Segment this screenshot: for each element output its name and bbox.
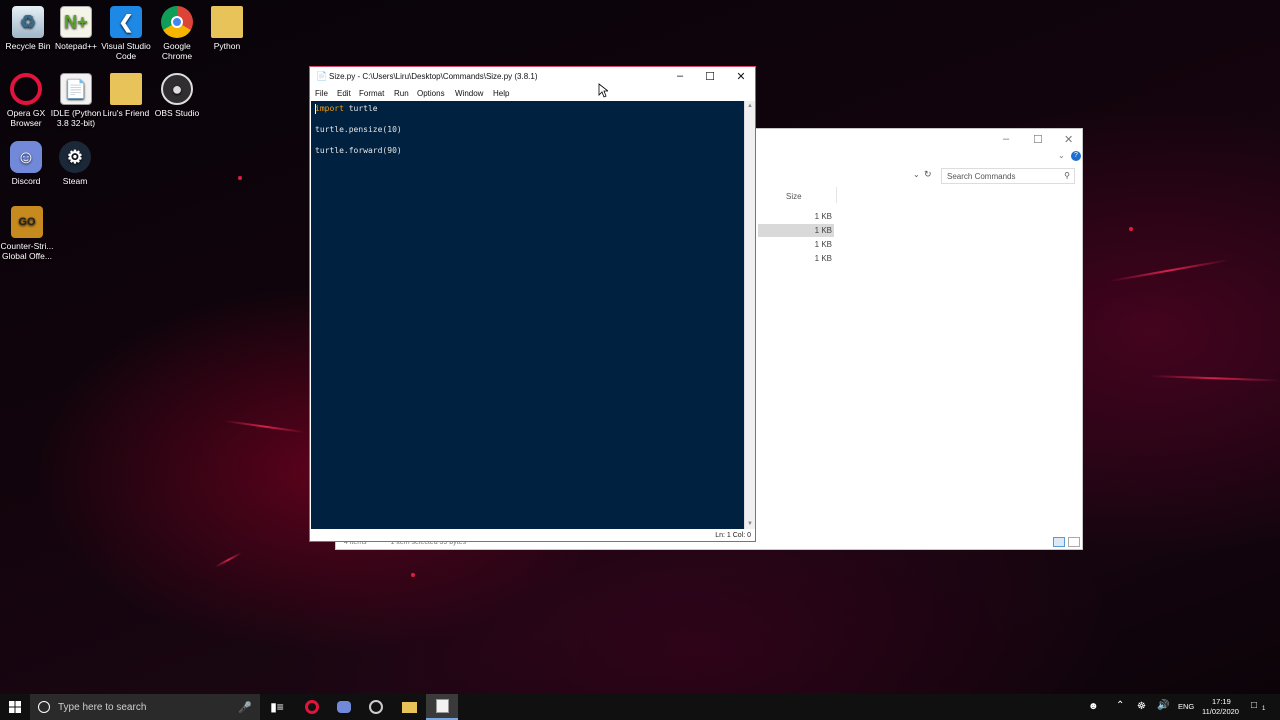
recycle-bin-icon: ♻ bbox=[12, 6, 44, 38]
taskbar: Type here to search 🎤 ▮≡ ☻ ⌃ ☸ 🔊 ENG 17:… bbox=[0, 694, 1280, 720]
wallpaper-dot bbox=[411, 573, 415, 577]
vertical-scrollbar[interactable]: ▲ ▼ bbox=[744, 101, 755, 529]
desktop-icon-obs[interactable]: ● OBS Studio bbox=[149, 73, 205, 118]
notepad-plus-plus-icon: N+ bbox=[60, 6, 92, 38]
close-icon[interactable]: ✕ bbox=[1064, 133, 1073, 146]
desktop-icon-chrome[interactable]: Google Chrome bbox=[149, 6, 205, 61]
wallpaper-streak bbox=[1109, 259, 1229, 282]
code-line-2: turtle.pensize(10) bbox=[315, 125, 402, 134]
wallpaper-streak bbox=[1149, 375, 1280, 382]
help-icon[interactable]: ? bbox=[1071, 151, 1081, 161]
file-row[interactable]: 1 KB bbox=[758, 238, 834, 251]
desktop-icon-csgo[interactable]: GO Counter-Stri... Global Offe... bbox=[0, 206, 57, 261]
folder-icon bbox=[401, 701, 417, 713]
column-separator[interactable] bbox=[836, 187, 837, 203]
column-header-size[interactable]: Size bbox=[786, 192, 802, 201]
file-row[interactable]: 1 KB bbox=[758, 224, 834, 237]
people-icon[interactable]: ☻ bbox=[1088, 701, 1099, 712]
chevron-down-icon[interactable]: ⌄ bbox=[913, 170, 920, 179]
language-indicator[interactable]: ENG bbox=[1178, 702, 1194, 711]
notification-count: 1 bbox=[1262, 706, 1266, 712]
notification-icon[interactable]: □ bbox=[1251, 700, 1257, 711]
desktop-icon-opera-gx[interactable]: Opera GX Browser bbox=[0, 73, 54, 128]
opera-gx-icon bbox=[305, 700, 319, 714]
desktop-icon-idle[interactable]: 📄 IDLE (Python 3.8 32-bit) bbox=[48, 73, 104, 128]
discord-icon: ☺ bbox=[10, 141, 42, 173]
code-editor[interactable]: import turtle turtle.pensize(10) turtle.… bbox=[311, 101, 744, 529]
desktop-icon-discord[interactable]: ☺ Discord bbox=[0, 141, 54, 186]
window-title: Size.py - C:\Users\Liru\Desktop\Commands… bbox=[329, 72, 538, 81]
menu-window[interactable]: Window bbox=[455, 89, 483, 98]
chrome-icon bbox=[161, 6, 193, 38]
explorer-search-input[interactable]: Search Commands ⚲ bbox=[941, 168, 1075, 184]
desktop-icon-python[interactable]: Python bbox=[199, 6, 255, 51]
search-icon: ⚲ bbox=[1064, 171, 1070, 180]
menu-run[interactable]: Run bbox=[394, 89, 409, 98]
desktop-icon-lirus-friend[interactable]: Liru's Friend bbox=[98, 73, 154, 118]
taskbar-obs[interactable] bbox=[361, 694, 391, 720]
csgo-icon: GO bbox=[11, 206, 43, 238]
mouse-pointer-icon bbox=[598, 83, 608, 98]
minimize-icon[interactable]: – bbox=[1003, 133, 1009, 145]
clock-time[interactable]: 17:19 bbox=[1212, 697, 1231, 706]
taskbar-opera-gx[interactable] bbox=[297, 694, 327, 720]
desktop-icon-steam[interactable]: ⚙ Steam bbox=[47, 141, 103, 186]
menu-edit[interactable]: Edit bbox=[337, 89, 351, 98]
obs-icon bbox=[369, 700, 383, 714]
menu-file[interactable]: File bbox=[315, 89, 328, 98]
menu-format[interactable]: Format bbox=[359, 89, 384, 98]
scroll-up-icon[interactable]: ▲ bbox=[747, 103, 753, 109]
microphone-icon[interactable]: 🎤 bbox=[238, 701, 252, 714]
maximize-icon[interactable]: ☐ bbox=[1033, 133, 1043, 146]
menu-options[interactable]: Options bbox=[417, 89, 445, 98]
refresh-icon[interactable]: ↻ bbox=[924, 169, 932, 180]
idle-icon: 📄 bbox=[60, 73, 92, 105]
idle-editor-window[interactable]: 📄 Size.py - C:\Users\Liru\Desktop\Comman… bbox=[309, 66, 756, 542]
python-file-icon: 📄 bbox=[316, 71, 328, 81]
folder-icon bbox=[211, 6, 243, 38]
wallpaper-streak bbox=[214, 552, 242, 568]
wallpaper-streak bbox=[224, 420, 305, 434]
close-icon[interactable]: ✕ bbox=[734, 70, 748, 83]
menu-help[interactable]: Help bbox=[493, 89, 509, 98]
file-row[interactable]: 1 KB bbox=[758, 210, 834, 223]
taskbar-search-box[interactable]: Type here to search 🎤 bbox=[30, 694, 260, 720]
desktop-icon-vscode[interactable]: ❮ Visual Studio Code bbox=[98, 6, 154, 61]
volume-icon[interactable]: 🔊 bbox=[1157, 700, 1169, 711]
start-button[interactable] bbox=[0, 694, 30, 720]
large-icons-view-icon[interactable] bbox=[1068, 537, 1080, 547]
minimize-icon[interactable]: – bbox=[673, 70, 687, 82]
scroll-down-icon[interactable]: ▼ bbox=[747, 521, 753, 527]
menu-bar: File Edit Format Run Options Window Help bbox=[310, 86, 755, 101]
code-line-1: import turtle bbox=[315, 104, 378, 113]
windows-logo-icon bbox=[9, 701, 21, 713]
wallpaper-dot bbox=[1129, 227, 1133, 231]
network-icon[interactable]: ☸ bbox=[1137, 701, 1146, 712]
task-view-icon[interactable]: ▮≡ bbox=[264, 694, 290, 720]
obs-icon: ● bbox=[161, 73, 193, 105]
file-row[interactable]: 1 KB bbox=[758, 252, 834, 265]
steam-icon: ⚙ bbox=[59, 141, 91, 173]
taskbar-idle[interactable] bbox=[426, 694, 458, 720]
clock-date[interactable]: 11/02/2020 bbox=[1202, 707, 1239, 716]
desktop-icon-notepad-plus-plus[interactable]: N+ Notepad++ bbox=[48, 6, 104, 51]
vscode-icon: ❮ bbox=[110, 6, 142, 38]
chevron-up-icon[interactable]: ⌃ bbox=[1116, 700, 1124, 711]
idle-icon bbox=[435, 699, 449, 713]
opera-gx-icon bbox=[10, 73, 42, 105]
taskbar-file-explorer[interactable] bbox=[394, 694, 424, 720]
wallpaper-dot bbox=[238, 176, 242, 180]
title-bar[interactable]: 📄 Size.py - C:\Users\Liru\Desktop\Comman… bbox=[310, 67, 755, 86]
taskbar-discord[interactable] bbox=[329, 694, 359, 720]
cursor-position-status: Ln: 1 Col: 0 bbox=[715, 532, 751, 539]
maximize-icon[interactable]: ☐ bbox=[703, 70, 717, 83]
search-icon bbox=[38, 701, 50, 713]
chevron-down-icon[interactable]: ⌄ bbox=[1058, 151, 1065, 160]
details-view-icon[interactable] bbox=[1053, 537, 1065, 547]
code-line-3: turtle.forward(90) bbox=[315, 146, 402, 155]
folder-icon bbox=[110, 73, 142, 105]
discord-icon bbox=[337, 701, 351, 713]
